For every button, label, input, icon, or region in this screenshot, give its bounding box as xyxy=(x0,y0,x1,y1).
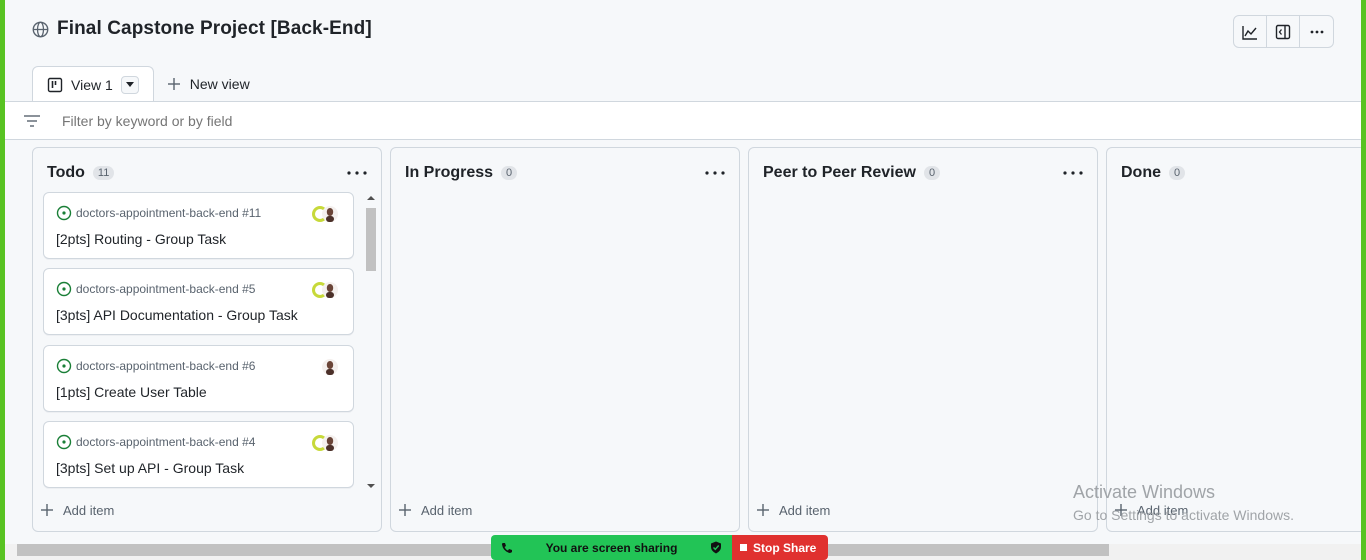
plus-icon xyxy=(41,504,53,516)
avatar-stack-icon xyxy=(312,206,338,222)
view-tabs: View 1 New view xyxy=(32,65,264,103)
add-item-label: Add item xyxy=(421,502,473,518)
plus-icon xyxy=(399,504,411,516)
card-meta: doctors-appointment-back-end #5 xyxy=(56,281,255,297)
column-header: Done 0 xyxy=(1121,164,1186,182)
column-title: Peer to Peer Review xyxy=(763,164,916,181)
assignee-avatars[interactable] xyxy=(311,357,339,377)
card-meta: doctors-appointment-back-end #11 xyxy=(56,205,261,221)
column-header: In Progress 0 xyxy=(405,164,518,182)
card-repo-link[interactable]: doctors-appointment-back-end #11 xyxy=(76,206,261,220)
card-meta: doctors-appointment-back-end #6 xyxy=(56,358,255,374)
screen-share-bar: You are screen sharing Stop Share xyxy=(491,535,828,560)
new-view-label: New view xyxy=(189,75,250,92)
card-title[interactable]: [1pts] Create User Table xyxy=(56,384,207,400)
stop-share-label: Stop Share xyxy=(753,540,817,555)
tab-label: View 1 xyxy=(71,77,113,93)
column-peer-review: Peer to Peer Review 0 Add item xyxy=(748,147,1098,532)
column-menu-icon[interactable] xyxy=(703,166,727,180)
kebab-menu-icon xyxy=(1310,30,1323,33)
watermark-subtitle: Go to Settings to activate Windows. xyxy=(1073,507,1294,523)
header-toolbar xyxy=(1233,15,1334,48)
screen-share-border-right xyxy=(1361,0,1366,560)
issue-card[interactable]: doctors-appointment-back-end #5 [3pts] A… xyxy=(43,268,354,335)
new-view-button[interactable]: New view xyxy=(154,65,264,102)
phone-icon xyxy=(502,542,512,553)
card-meta: doctors-appointment-back-end #4 xyxy=(56,434,255,450)
sidebar-panel-icon xyxy=(1275,24,1291,39)
column-header: Peer to Peer Review 0 xyxy=(763,164,941,182)
issue-card[interactable]: doctors-appointment-back-end #4 [3pts] S… xyxy=(43,421,354,488)
triangle-down-icon xyxy=(125,82,134,87)
scrollbar-thumb[interactable] xyxy=(366,208,376,271)
issue-card[interactable]: doctors-appointment-back-end #11 [2pts] … xyxy=(43,192,354,259)
column-title: In Progress xyxy=(405,164,494,181)
screen-share-status[interactable]: You are screen sharing xyxy=(491,535,732,560)
shield-check-icon xyxy=(711,541,721,554)
column-todo: Todo 11 doctors-appointment-back-end #11… xyxy=(32,147,382,532)
view-options-dropdown[interactable] xyxy=(120,76,139,94)
assignee-avatars[interactable] xyxy=(311,433,339,453)
tab-view-1[interactable]: View 1 xyxy=(32,66,154,103)
insights-button[interactable] xyxy=(1234,16,1267,47)
column-header: Todo 11 xyxy=(47,164,115,182)
title-row: Final Capstone Project [Back-End] xyxy=(32,18,372,40)
add-item-button[interactable]: Add item xyxy=(41,501,114,519)
insights-graph-icon xyxy=(1242,25,1257,40)
open-issue-icon xyxy=(56,358,72,374)
filter-bar xyxy=(5,101,1361,140)
item-count-badge: 0 xyxy=(501,166,518,180)
add-item-label: Add item xyxy=(63,502,115,518)
page-title: Final Capstone Project [Back-End] xyxy=(57,18,372,39)
card-repo-link[interactable]: doctors-appointment-back-end #6 xyxy=(76,359,255,373)
project-header: Final Capstone Project [Back-End] View 1… xyxy=(5,0,1361,103)
scroll-up-arrow-icon xyxy=(367,196,375,200)
side-panel-button[interactable] xyxy=(1267,16,1300,47)
avatar-stack-icon xyxy=(312,282,338,298)
card-title[interactable]: [2pts] Routing - Group Task xyxy=(56,231,226,247)
column-scrollbar[interactable] xyxy=(364,191,378,491)
open-issue-icon xyxy=(56,434,72,450)
item-count-badge: 11 xyxy=(92,166,115,180)
item-count-badge: 0 xyxy=(923,166,941,180)
avatar-icon xyxy=(322,359,338,375)
add-item-button[interactable]: Add item xyxy=(399,501,472,519)
card-title[interactable]: [3pts] Set up API - Group Task xyxy=(56,460,244,476)
scroll-down-arrow-icon xyxy=(367,484,375,488)
column-menu-icon[interactable] xyxy=(345,166,369,180)
column-in-progress: In Progress 0 Add item xyxy=(390,147,740,532)
globe-icon xyxy=(32,21,49,37)
assignee-avatars[interactable] xyxy=(311,204,339,224)
plus-icon xyxy=(757,504,769,516)
column-title: Done xyxy=(1121,164,1161,181)
add-item-label: Add item xyxy=(779,502,831,518)
watermark-title: Activate Windows xyxy=(1073,482,1216,502)
column-menu-icon[interactable] xyxy=(1061,166,1085,180)
avatar-stack-icon xyxy=(312,435,338,451)
card-title[interactable]: [3pts] API Documentation - Group Task xyxy=(56,307,298,323)
plus-icon xyxy=(167,77,180,90)
column-title: Todo xyxy=(47,164,85,181)
more-options-button[interactable] xyxy=(1300,16,1333,47)
add-item-button[interactable]: Add item xyxy=(757,501,830,519)
open-issue-icon xyxy=(56,205,72,221)
windows-activation-watermark: Activate Windows Go to Settings to activ… xyxy=(1073,482,1294,523)
assignee-avatars[interactable] xyxy=(311,280,339,300)
item-count-badge: 0 xyxy=(1169,166,1186,180)
screen-share-label: You are screen sharing xyxy=(545,540,678,555)
card-repo-link[interactable]: doctors-appointment-back-end #5 xyxy=(76,282,255,296)
card-repo-link[interactable]: doctors-appointment-back-end #4 xyxy=(76,435,255,449)
stop-share-button[interactable]: Stop Share xyxy=(732,535,828,560)
column-done: Done 0 Add item xyxy=(1106,147,1361,532)
open-issue-icon xyxy=(56,281,72,297)
stop-square-icon xyxy=(740,544,747,551)
filter-icon xyxy=(24,114,40,127)
filter-input[interactable] xyxy=(62,112,662,129)
issue-card[interactable]: doctors-appointment-back-end #6 [1pts] C… xyxy=(43,345,354,412)
board-view-icon xyxy=(47,77,63,93)
